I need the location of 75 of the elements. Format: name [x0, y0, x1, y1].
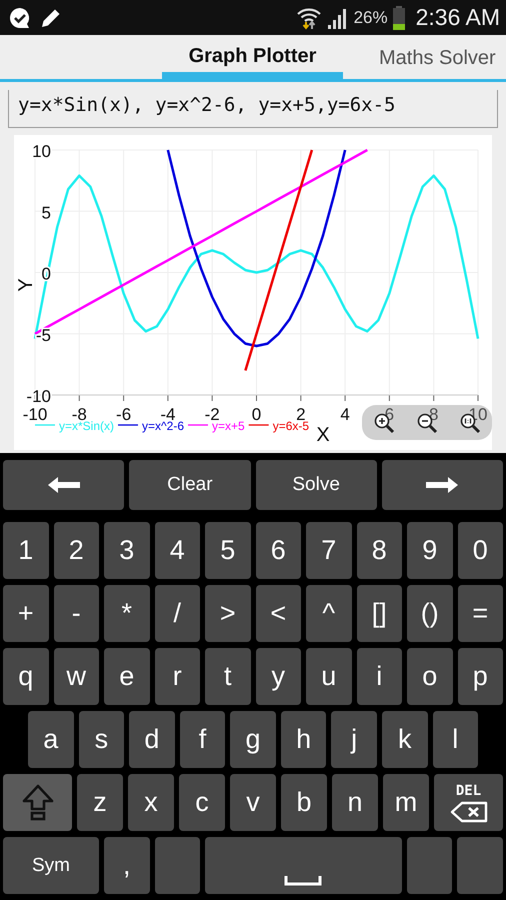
key[interactable]: c [179, 774, 225, 831]
pencil-icon [40, 6, 62, 28]
axis-tick-label: -5 [36, 326, 51, 345]
battery-icon [392, 4, 406, 30]
key[interactable]: g [230, 711, 276, 768]
key[interactable]: ^ [306, 585, 352, 642]
key[interactable]: Sym [3, 837, 99, 894]
key[interactable]: p [458, 648, 503, 705]
key[interactable]: q [3, 648, 48, 705]
key[interactable]: v [230, 774, 276, 831]
key[interactable]: 1 [3, 522, 48, 579]
key[interactable]: = [458, 585, 503, 642]
key[interactable]: a [28, 711, 74, 768]
y-axis-label: Y [15, 278, 37, 292]
legend-label: y=6x-5 [272, 419, 310, 433]
shift-icon [20, 784, 54, 822]
key[interactable]: s [78, 711, 124, 768]
key[interactable]: h [280, 711, 326, 768]
check-bubble-icon [8, 6, 32, 30]
key[interactable]: 9 [407, 522, 452, 579]
key[interactable]: r [154, 648, 200, 705]
key[interactable]: - [54, 585, 99, 642]
axis-tick-label: -10 [26, 387, 51, 406]
key[interactable]: 4 [154, 522, 200, 579]
key[interactable]: 0 [458, 522, 503, 579]
key[interactable]: u [306, 648, 352, 705]
axis-tick-label: 10 [32, 142, 51, 161]
key[interactable]: DEL [434, 774, 503, 831]
battery-percent: 26% [354, 8, 388, 28]
key[interactable]: Solve [256, 460, 377, 510]
axis-tick-label: 5 [42, 203, 51, 222]
key[interactable]: Clear [129, 460, 250, 510]
key[interactable]: j [331, 711, 377, 768]
key[interactable]: x [128, 774, 174, 831]
key[interactable]: [] [356, 585, 402, 642]
tab[interactable]: Graph Plotter [162, 35, 343, 79]
key[interactable]: y [256, 648, 301, 705]
key[interactable]: f [180, 711, 226, 768]
x-axis-label: X [316, 424, 330, 446]
key[interactable]: / [154, 585, 200, 642]
key[interactable]: + [3, 585, 48, 642]
key[interactable]: > [205, 585, 250, 642]
key[interactable]: , [104, 837, 150, 894]
key[interactable]: z [77, 774, 123, 831]
backspace-icon [450, 800, 488, 822]
key[interactable]: 7 [306, 522, 352, 579]
key[interactable]: w [54, 648, 99, 705]
key[interactable]: 8 [356, 522, 402, 579]
key[interactable]: 2 [54, 522, 99, 579]
axis-tick-label: 4 [340, 405, 350, 424]
key[interactable]: k [382, 711, 428, 768]
tab[interactable]: Maths Solver [343, 35, 496, 79]
key[interactable]: l [432, 711, 478, 768]
legend-label: y=x*Sin(x) [59, 419, 114, 433]
key[interactable]: i [356, 648, 402, 705]
key[interactable]: e [104, 648, 150, 705]
key[interactable] [3, 460, 124, 510]
key-label: DEL [456, 782, 482, 798]
key[interactable]: n [332, 774, 378, 831]
key[interactable]: 5 [205, 522, 250, 579]
clock: 2:36 AM [416, 4, 500, 31]
legend-label: y=x^2-6 [142, 419, 184, 433]
key[interactable]: 3 [104, 522, 150, 579]
key[interactable]: () [407, 585, 452, 642]
key[interactable]: t [205, 648, 250, 705]
input-field[interactable]: y=x*Sin(x), y=x^2-6, y=x+5,y=6x-5 [8, 90, 498, 128]
key[interactable]: o [407, 648, 452, 705]
key[interactable]: < [256, 585, 301, 642]
key[interactable]: d [129, 711, 175, 768]
key[interactable]: m [383, 774, 429, 831]
key[interactable]: 6 [256, 522, 301, 579]
key[interactable] [382, 460, 503, 510]
key[interactable]: * [104, 585, 150, 642]
space-icon [284, 874, 322, 886]
key[interactable]: b [281, 774, 327, 831]
